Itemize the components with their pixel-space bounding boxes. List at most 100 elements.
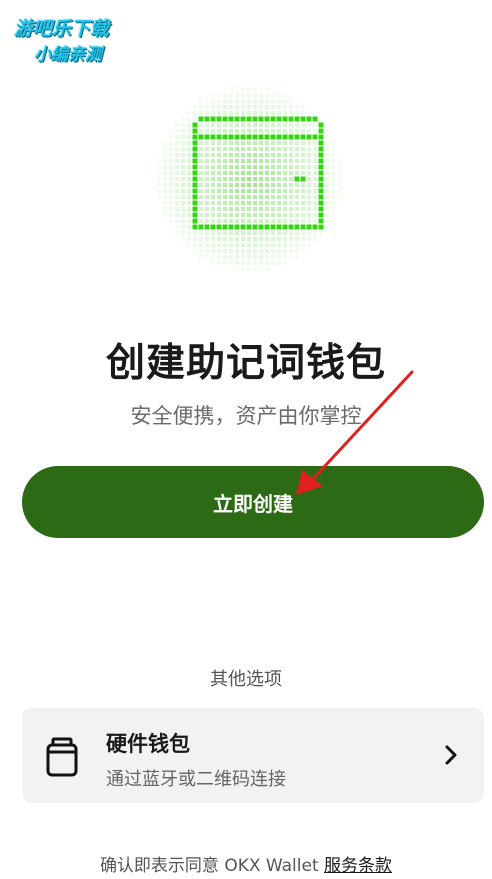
wallet-pixel (282, 116, 288, 122)
wallet-pixel (192, 140, 198, 146)
wallet-pixel (216, 224, 222, 230)
wallet-pixel (318, 194, 324, 200)
wallet-pixel (276, 134, 282, 140)
wallet-pixel (318, 206, 324, 212)
terms-of-service-link[interactable]: 服务条款 (324, 856, 392, 876)
wallet-pixel (288, 116, 294, 122)
wallet-pixel (252, 116, 258, 122)
wallet-pixel (192, 176, 198, 182)
wallet-pixel (192, 128, 198, 134)
wallet-pixel (192, 164, 198, 170)
wallet-pixel (246, 134, 252, 140)
hardware-wallet-subtitle: 通过蓝牙或二维码连接 (106, 769, 286, 790)
wallet-pixel (204, 116, 210, 122)
wallet-pixel (306, 224, 312, 230)
hardware-wallet-icon (44, 737, 80, 777)
wallet-pixel (192, 152, 198, 158)
wallet-pixel (192, 146, 198, 152)
terms-footer: 确认即表示同意 OKX Wallet 服务条款 (0, 851, 492, 876)
watermark-line-1: 游吧乐下载 (14, 18, 110, 40)
wallet-pixel (198, 134, 204, 140)
wallet-pixel (234, 224, 240, 230)
wallet-pixel (192, 218, 198, 224)
wallet-pixel (300, 224, 306, 230)
create-wallet-screen: 游吧乐下载 小编亲测 创建助记词钱包 安全便携，资产由你掌控 立即创建 其他选项 (0, 0, 492, 879)
wallet-pixel (300, 116, 306, 122)
wallet-pixel (318, 182, 324, 188)
wallet-pixel (252, 134, 258, 140)
wallet-pixel (318, 158, 324, 164)
wallet-pixel (198, 224, 204, 230)
wallet-pixel (318, 146, 324, 152)
wallet-pixel (192, 158, 198, 164)
wallet-pixel (252, 224, 258, 230)
wallet-pixel (300, 134, 306, 140)
other-options-label: 其他选项 (210, 669, 282, 690)
wallet-pixel (192, 182, 198, 188)
wallet-pixel (198, 116, 204, 122)
terms-prefix: 确认即表示同意 OKX Wallet (99, 856, 325, 876)
wallet-pixel (234, 116, 240, 122)
wallet-pixel (222, 134, 228, 140)
wallet-pixel (228, 116, 234, 122)
wallet-pixel (264, 116, 270, 122)
hardware-wallet-option[interactable]: 硬件钱包 通过蓝牙或二维码连接 (22, 708, 484, 803)
wallet-pixel (216, 134, 222, 140)
wallet-pixel (300, 176, 306, 182)
wallet-pixel (234, 134, 240, 140)
wallet-pixel (204, 224, 210, 230)
wallet-pixel (276, 224, 282, 230)
page-title: 创建助记词钱包 (105, 341, 386, 386)
wallet-pixel (192, 206, 198, 212)
wallet-pixel (318, 218, 324, 224)
wallet-pixel (318, 122, 324, 128)
wallet-pixel (294, 176, 300, 182)
wallet-pixel (318, 224, 324, 230)
wallet-pixel-icon (150, 80, 342, 272)
wallet-pixel (210, 116, 216, 122)
wallet-pixel (318, 164, 324, 170)
wallet-pixel (294, 224, 300, 230)
wallet-pixel (318, 134, 324, 140)
chevron-right-icon (444, 744, 458, 766)
wallet-pixel (264, 134, 270, 140)
wallet-pixel (270, 224, 276, 230)
create-now-button-label: 立即创建 (213, 491, 293, 516)
watermark-line-2: 小编亲测 (34, 45, 102, 65)
wallet-pixel (318, 128, 324, 134)
wallet-pixel (318, 188, 324, 194)
wallet-pixel (282, 224, 288, 230)
wallet-pixel (318, 152, 324, 158)
wallet-pixel (228, 224, 234, 230)
wallet-pixel (228, 134, 234, 140)
wallet-pixel (318, 140, 324, 146)
wallet-pixel (246, 224, 252, 230)
wallet-pixel (210, 134, 216, 140)
wallet-pixel (246, 116, 252, 122)
wallet-pixel (294, 134, 300, 140)
wallet-pixel (306, 134, 312, 140)
wallet-pixel (204, 134, 210, 140)
wallet-pixel (258, 224, 264, 230)
wallet-pixel (210, 224, 216, 230)
wallet-pixel (270, 134, 276, 140)
wallet-pixel (192, 170, 198, 176)
wallet-pixel (192, 134, 198, 140)
hardware-wallet-title: 硬件钱包 (106, 732, 190, 756)
create-now-button[interactable]: 立即创建 (22, 466, 484, 538)
watermark-logo: 游吧乐下载 小编亲测 (10, 10, 150, 70)
wallet-pixel (294, 116, 300, 122)
wallet-pixel (192, 188, 198, 194)
wallet-pixel (312, 224, 318, 230)
wallet-pixel (312, 116, 318, 122)
wallet-pixel (312, 134, 318, 140)
wallet-pixel (192, 212, 198, 218)
wallet-pixel (318, 200, 324, 206)
wallet-pixel (288, 134, 294, 140)
wallet-pixel (192, 200, 198, 206)
wallet-pixel (192, 224, 198, 230)
wallet-pixel (240, 134, 246, 140)
page-subtitle: 安全便携，资产由你掌控 (130, 404, 362, 428)
wallet-pixel (288, 224, 294, 230)
wallet-pixel (240, 116, 246, 122)
